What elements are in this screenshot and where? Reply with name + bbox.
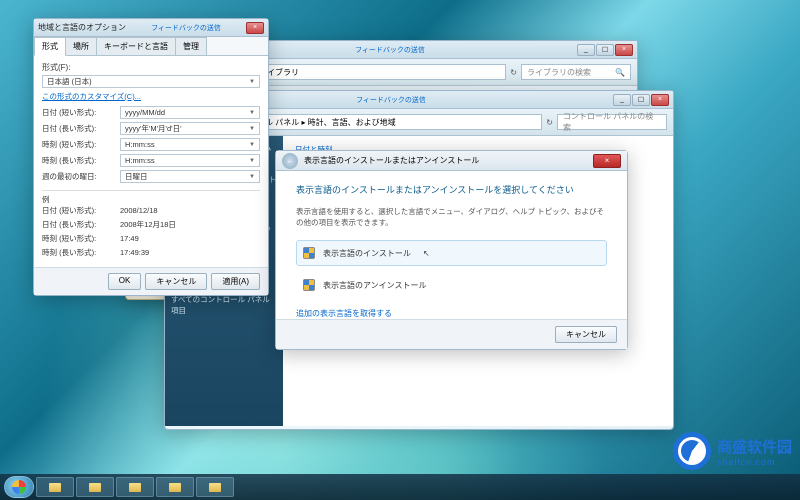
option-install-language[interactable]: 表示言語のインストール ↖	[296, 240, 607, 266]
region-language-window: 地域と言語のオプション フィードバックの送信 × 形式 場所 キーボードと言語 …	[33, 18, 269, 296]
cursor-icon: ↖	[423, 249, 430, 258]
shield-icon	[303, 279, 315, 291]
shield-icon	[303, 247, 315, 259]
install-language-wizard: ← 表示言語のインストールまたはアンインストール × 表示言語のインストールまた…	[275, 150, 628, 350]
start-button[interactable]	[4, 476, 34, 498]
taskbar-item-app4[interactable]	[156, 477, 194, 497]
cancel-button[interactable]: キャンセル	[555, 326, 617, 343]
close-button[interactable]: ×	[593, 154, 621, 168]
maximize-button[interactable]: ☐	[596, 44, 614, 56]
field-label: 時刻 (長い形式):	[42, 155, 120, 166]
wizard-title: 表示言語のインストールまたはアンインストール	[304, 155, 479, 166]
ok-button[interactable]: OK	[108, 273, 142, 290]
search-field[interactable]: コントロール パネルの検索	[557, 114, 667, 130]
example-label: 日付 (短い形式):	[42, 205, 120, 216]
customize-link[interactable]: この形式のカスタマイズ(C)...	[42, 91, 260, 102]
chevron-down-icon: ▼	[249, 79, 255, 85]
example-value-3: 17:49:39	[120, 248, 260, 257]
wizard-heading: 表示言語のインストールまたはアンインストールを選択してください	[296, 183, 607, 196]
get-more-languages-link[interactable]: 追加の表示言語を取得する	[296, 308, 607, 319]
window-title: 地域と言語のオプション	[38, 22, 126, 33]
example-value-2: 17:49	[120, 234, 260, 243]
close-button[interactable]: ×	[651, 94, 669, 106]
watermark-url: shellcn.com	[717, 457, 792, 467]
format-dropdown[interactable]: 日本語 (日本)▼	[42, 75, 260, 88]
chevron-down-icon: ▼	[249, 142, 255, 148]
format-field-0[interactable]: yyyy/MM/dd▼	[120, 106, 260, 119]
feedback-link[interactable]: フィードバックの送信	[151, 23, 221, 33]
minimize-button[interactable]: _	[577, 44, 595, 56]
chevron-down-icon: ▼	[249, 110, 255, 116]
apply-button[interactable]: 適用(A)	[211, 273, 260, 290]
format-field-3[interactable]: H:mm:ss▼	[120, 154, 260, 167]
reload-icon[interactable]: ↻	[546, 118, 553, 127]
taskbar-item-app3[interactable]	[116, 477, 154, 497]
address-field[interactable]: ライブラリ	[253, 64, 506, 80]
watermark-name: 商盛软件园	[717, 436, 792, 457]
chevron-down-icon: ▼	[249, 126, 255, 132]
search-field[interactable]: ライブラリの検索🔍	[521, 64, 631, 80]
folder-icon	[209, 483, 221, 492]
folder-icon	[129, 483, 141, 492]
feedback-link[interactable]: フィードバックの送信	[356, 95, 426, 105]
cancel-button[interactable]: キャンセル	[145, 273, 207, 290]
taskbar	[0, 474, 800, 500]
format-field-1[interactable]: yyyy'年'M'月'd'日'▼	[120, 122, 260, 135]
format-field-2[interactable]: H:mm:ss▼	[120, 138, 260, 151]
tab-location[interactable]: 場所	[65, 37, 97, 55]
chevron-down-icon: ▼	[249, 158, 255, 164]
windows-orb-icon	[12, 480, 26, 494]
example-value-1: 2008年12月18日	[120, 219, 260, 230]
format-label: 形式(F):	[42, 62, 260, 73]
chevron-down-icon: ▼	[249, 174, 255, 180]
taskbar-item-explorer[interactable]	[36, 477, 74, 497]
field-label: 日付 (長い形式):	[42, 123, 120, 134]
example-value-0: 2008/12/18	[120, 206, 260, 215]
folder-icon	[169, 483, 181, 492]
example-label: 日付 (長い形式):	[42, 219, 120, 230]
close-button[interactable]: ×	[246, 22, 264, 34]
field-label: 時刻 (短い形式):	[42, 139, 120, 150]
example-label: 時刻 (短い形式):	[42, 233, 120, 244]
folder-icon	[49, 483, 61, 492]
option-uninstall-language[interactable]: 表示言語のアンインストール	[296, 272, 607, 298]
watermark: 商盛软件园 shellcn.com	[673, 432, 792, 470]
back-button[interactable]: ←	[282, 153, 298, 169]
tab-strip: 形式 場所 キーボードと言語 管理	[34, 37, 268, 56]
reload-icon[interactable]: ↻	[510, 68, 517, 77]
minimize-button[interactable]: _	[613, 94, 631, 106]
maximize-button[interactable]: ☐	[632, 94, 650, 106]
example-header: 例	[42, 190, 260, 205]
folder-icon	[89, 483, 101, 492]
example-label: 時刻 (長い形式):	[42, 247, 120, 258]
feedback-link[interactable]: フィードバックの送信	[355, 45, 425, 55]
field-label: 週の最初の曜日:	[42, 171, 120, 182]
format-field-4[interactable]: 日曜日▼	[120, 170, 260, 183]
watermark-logo-icon	[673, 432, 711, 470]
wizard-desc: 表示言語を使用すると、選択した言語でメニュー、ダイアログ、ヘルプ トピック、およ…	[296, 206, 607, 228]
tab-format[interactable]: 形式	[34, 37, 66, 56]
taskbar-item-app5[interactable]	[196, 477, 234, 497]
tab-keyboard[interactable]: キーボードと言語	[96, 37, 176, 55]
close-button[interactable]: ×	[615, 44, 633, 56]
field-label: 日付 (短い形式):	[42, 107, 120, 118]
tab-admin[interactable]: 管理	[175, 37, 207, 55]
taskbar-item-app2[interactable]	[76, 477, 114, 497]
